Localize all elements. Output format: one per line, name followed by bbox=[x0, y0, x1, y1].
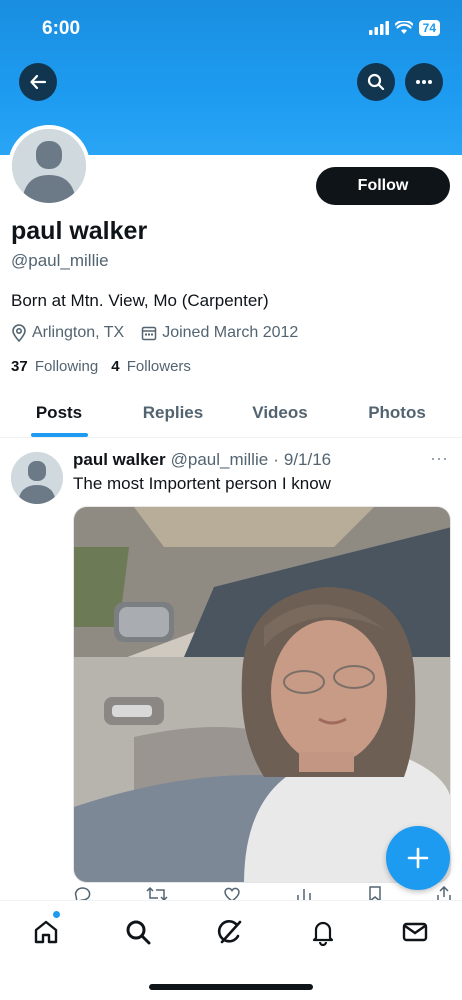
location-item: Arlington, TX bbox=[11, 324, 124, 342]
search-icon bbox=[126, 920, 151, 945]
nav-home[interactable] bbox=[31, 917, 61, 947]
joined-text: Joined March 2012 bbox=[162, 324, 299, 341]
default-avatar-icon bbox=[11, 452, 63, 504]
post-date[interactable]: 9/1/16 bbox=[284, 450, 331, 470]
tab-replies[interactable]: Replies bbox=[118, 389, 228, 437]
follow-button[interactable]: Follow bbox=[316, 167, 450, 205]
post-text: The most Importent person I know bbox=[73, 474, 331, 493]
followers-link[interactable]: 4 Followers bbox=[111, 358, 191, 375]
bell-icon bbox=[312, 921, 334, 946]
home-notification-dot bbox=[53, 911, 60, 918]
active-tab-indicator bbox=[31, 433, 88, 437]
status-time: 6:00 bbox=[42, 18, 81, 39]
nav-notifications[interactable] bbox=[308, 917, 338, 947]
post-header: paul walker @paul_millie · 9/1/16 bbox=[73, 450, 331, 470]
post-avatar[interactable] bbox=[11, 452, 63, 504]
following-label: Following bbox=[34, 358, 99, 375]
location-pin-icon bbox=[12, 324, 26, 342]
profile-tabs: Posts Replies Videos Photos bbox=[0, 389, 462, 438]
following-link[interactable]: 37 Following bbox=[11, 358, 98, 375]
status-icons: 74 bbox=[368, 20, 440, 36]
post-photo[interactable] bbox=[73, 506, 451, 883]
home-indicator bbox=[149, 984, 313, 990]
followers-label: Followers bbox=[126, 358, 191, 375]
profile-meta: Arlington, TX Joined March 2012 bbox=[11, 324, 315, 342]
tab-videos[interactable]: Videos bbox=[228, 389, 332, 437]
more-button[interactable] bbox=[405, 63, 443, 101]
default-avatar-icon bbox=[12, 129, 86, 203]
joined-item: Joined March 2012 bbox=[141, 324, 298, 342]
compose-button[interactable] bbox=[386, 826, 450, 890]
photo-image bbox=[74, 507, 450, 882]
more-horizontal-icon bbox=[416, 80, 432, 84]
nav-search[interactable] bbox=[123, 917, 153, 947]
plus-icon bbox=[407, 847, 429, 869]
post-author[interactable]: paul walker bbox=[73, 450, 166, 470]
post-separator: · bbox=[273, 450, 279, 469]
battery-icon: 74 bbox=[418, 20, 440, 36]
mail-icon bbox=[402, 922, 428, 942]
post-more-button[interactable]: ··· bbox=[430, 448, 448, 469]
tab-posts[interactable]: Posts bbox=[0, 389, 118, 437]
nav-messages[interactable] bbox=[400, 917, 430, 947]
calendar-icon bbox=[141, 326, 157, 341]
profile-bio: Born at Mtn. View, Mo (Carpenter) bbox=[11, 291, 269, 310]
location-text: Arlington, TX bbox=[32, 324, 125, 341]
search-icon bbox=[367, 73, 385, 91]
search-button[interactable] bbox=[357, 63, 395, 101]
status-bar: 6:00 74 bbox=[0, 0, 462, 60]
followers-count: 4 bbox=[111, 358, 120, 375]
profile-handle: @paul_millie bbox=[11, 251, 109, 270]
profile-avatar[interactable] bbox=[8, 125, 90, 207]
nav-grok[interactable] bbox=[215, 917, 245, 947]
tab-photos[interactable]: Photos bbox=[332, 389, 462, 437]
profile-stats: 37 Following 4 Followers bbox=[11, 358, 191, 375]
signal-icon bbox=[368, 21, 389, 35]
following-count: 37 bbox=[11, 358, 28, 375]
arrow-left-icon bbox=[30, 74, 47, 90]
grok-icon bbox=[217, 920, 242, 944]
profile-name: paul walker bbox=[11, 217, 148, 245]
wifi-icon bbox=[394, 21, 413, 34]
back-button[interactable] bbox=[19, 63, 57, 101]
post-handle[interactable]: @paul_millie bbox=[171, 450, 269, 470]
home-icon bbox=[34, 920, 58, 944]
